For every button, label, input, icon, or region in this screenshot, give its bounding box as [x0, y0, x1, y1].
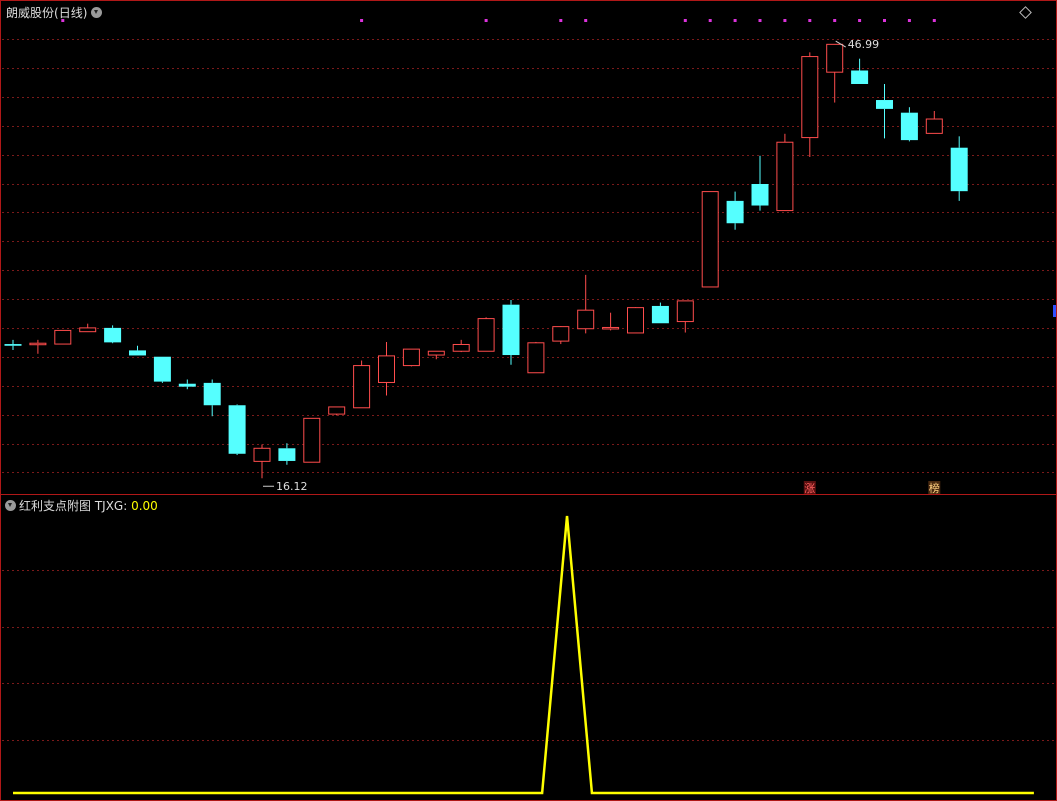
high-price-label: 46.99: [848, 38, 880, 51]
signal-dot: [758, 19, 762, 22]
chart-frame: [0, 0, 1057, 801]
candle-body-up: [527, 342, 545, 374]
period-label: (日线): [54, 6, 88, 20]
sub-chart-title: 红利支点附图 TJXG: 0.00: [5, 497, 158, 514]
candle-body-up: [427, 350, 445, 356]
candle-body-down: [228, 405, 246, 454]
candle-body-down: [876, 100, 893, 109]
candle-body-up: [452, 343, 470, 352]
candle-body-up: [328, 406, 346, 415]
indicator-name: 红利支点附图: [19, 499, 92, 513]
candle-body-down: [104, 327, 122, 343]
candle-body-down: [851, 70, 869, 84]
candle-body-down: [751, 184, 769, 206]
chevron-down-icon[interactable]: [91, 7, 103, 18]
stock-name: 朗威股份: [6, 6, 55, 20]
candle-body-up: [577, 309, 595, 330]
chevron-down-icon[interactable]: [5, 500, 16, 511]
candle-body-up: [627, 307, 644, 334]
signal-dot: [833, 19, 837, 22]
candle-body-down: [129, 350, 146, 356]
signal-dot: [683, 19, 687, 22]
series-name: TJXG: [94, 499, 124, 513]
signal-dot: [783, 19, 787, 22]
signal-dot: [559, 19, 563, 22]
candle-body-up: [477, 318, 495, 352]
candle-body-down: [203, 382, 221, 406]
signal-dot: [584, 19, 588, 22]
candle-body-down: [178, 383, 196, 387]
candle-body-up: [54, 329, 72, 345]
chart-canvas: 46.99 16.12 涨 榜: [0, 0, 1057, 801]
signal-dot: [484, 19, 488, 22]
main-chart-title: 朗威股份(日线): [6, 4, 105, 21]
candle-body-up: [602, 326, 620, 330]
candle-body-down: [278, 448, 296, 461]
candle-body-up: [776, 141, 794, 212]
signal-dot: [907, 19, 911, 22]
candle-body-up: [552, 326, 570, 342]
candle-body-down: [950, 147, 968, 192]
signal-dot: [883, 19, 886, 22]
candle-body-up: [925, 118, 943, 134]
candle-body-down: [4, 344, 22, 346]
candle-body-up: [701, 191, 719, 288]
signal-dot: [808, 19, 812, 22]
right-edge-marker: [1053, 305, 1056, 317]
signal-dot: [858, 19, 862, 22]
candle-body-up: [353, 365, 371, 409]
candle-body-down: [502, 304, 520, 356]
candle-body-down: [726, 200, 744, 224]
candle-body-up: [801, 56, 819, 139]
candle-body-up: [378, 355, 395, 383]
candle-body-up: [303, 417, 321, 463]
candle-body-up: [826, 43, 844, 73]
candle-body-up: [79, 327, 97, 333]
candle-body-up: [676, 300, 694, 323]
badge-text: 涨: [804, 482, 815, 495]
badge-text: 榜: [929, 481, 940, 495]
tjxg-series-line: [13, 515, 1034, 795]
candle-body-up: [29, 342, 47, 346]
signal-dot: [708, 19, 712, 22]
candle-body-down: [651, 305, 669, 324]
signal-dot: [733, 19, 737, 22]
series-colon: :: [123, 499, 132, 513]
candle-body-up: [253, 447, 271, 462]
series-value: 0.00: [131, 499, 158, 513]
signal-dot: [360, 19, 364, 22]
candle-body-down: [153, 356, 171, 382]
low-price-label: 16.12: [276, 480, 308, 493]
signal-dot: [932, 19, 936, 22]
candle-body-up: [402, 348, 420, 367]
candle-body-down: [900, 112, 918, 141]
chart-window: 46.99 16.12 涨 榜 朗威股份(日线) 红利支点附图 TJXG: 0.00: [0, 0, 1057, 801]
